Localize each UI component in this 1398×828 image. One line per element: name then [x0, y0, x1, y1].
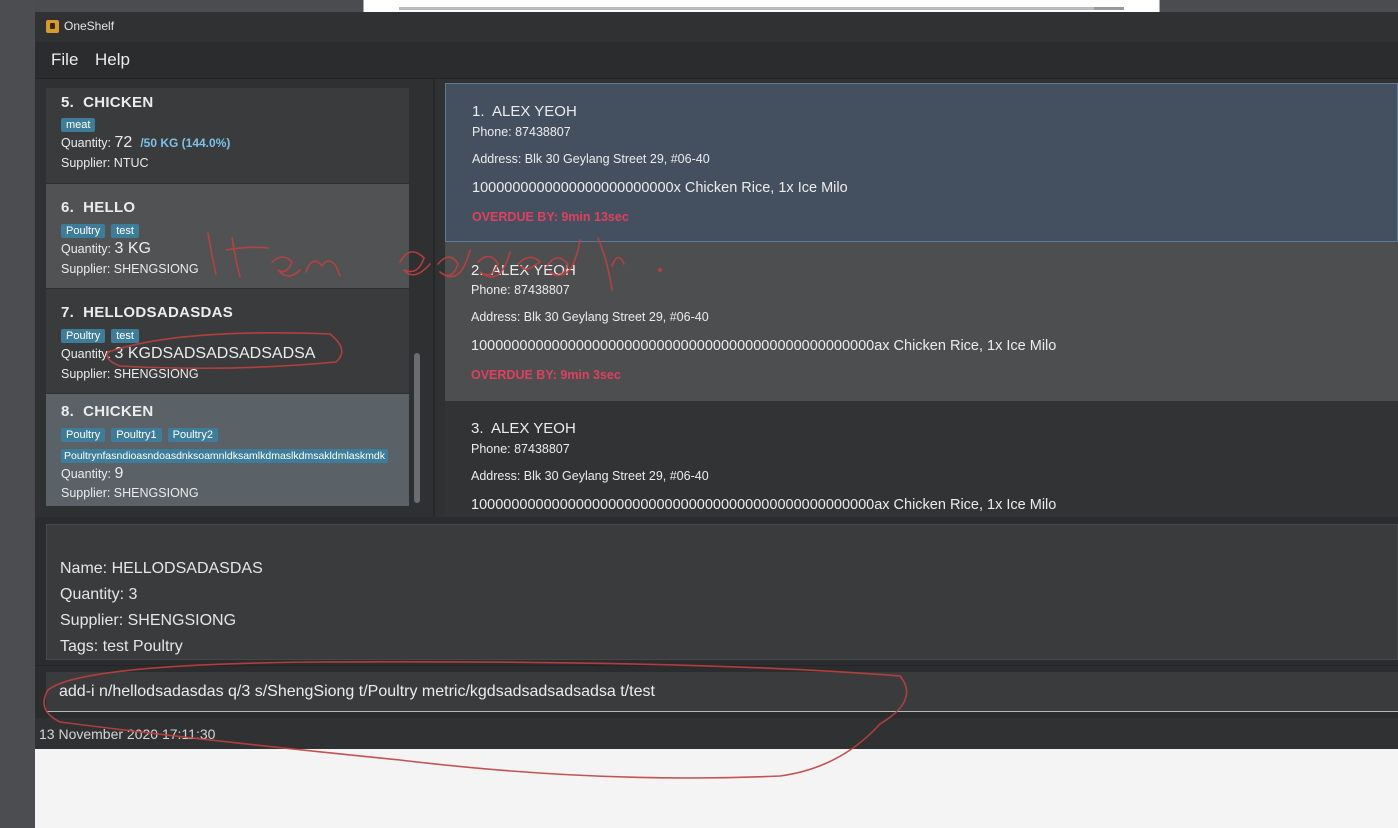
- title-bar: OneShelf: [35, 12, 1398, 42]
- item-title: 7. HELLODSADASDAS: [61, 304, 234, 321]
- item-card[interactable]: 8. CHICKEN Poultry Poultry1 Poultry2 Poult…: [46, 394, 409, 506]
- tag: meat: [61, 118, 96, 132]
- delivery-overdue: OVERDUE BY: 9min 3sec: [471, 368, 621, 382]
- tag: Poultry: [61, 329, 106, 343]
- item-supplier: Supplier: NTUC: [61, 156, 149, 170]
- item-card[interactable]: 6. HELLO Poultry test Quantity: 3 KG Supp…: [46, 184, 409, 288]
- item-quantity: Quantity: 9: [61, 465, 124, 482]
- item-supplier: Supplier: SHENGSIONG: [61, 486, 199, 500]
- item-title: 5. CHICKEN: [61, 94, 154, 111]
- tag: Poultry: [61, 224, 106, 238]
- panel-divider[interactable]: [433, 79, 435, 517]
- item-supplier: Supplier: SHENGSIONG: [61, 262, 199, 276]
- result-supplier: Supplier: SHENGSIONG: [60, 612, 237, 629]
- item-tags: Poultry test: [61, 326, 145, 344]
- delivery-title: 3. ALEX YEOH: [471, 420, 576, 437]
- item-tags: meat: [61, 115, 101, 133]
- item-card[interactable]: 7. HELLODSADASDAS Poultry test Quantity: …: [46, 289, 409, 393]
- delivery-list[interactable]: 1. ALEX YEOH Phone: 87438807 Address: Bl…: [445, 83, 1398, 517]
- command-input[interactable]: [46, 672, 1398, 712]
- status-datetime: 13 November 2020 17:11:30: [39, 726, 216, 742]
- delivery-address: Address: Blk 30 Geylang Street 29, #06-4…: [472, 152, 710, 166]
- delivery-phone: Phone: 87438807: [472, 125, 571, 139]
- item-quantity: Quantity: 72/50 KG (144.0%): [61, 134, 231, 151]
- delivery-address: Address: Blk 30 Geylang Street 29, #06-4…: [471, 310, 709, 324]
- item-tags: Poultrynfasndioasndoasdnksoamnldksamlkdm…: [61, 446, 409, 464]
- item-quantity: Quantity: 3 KG: [61, 240, 151, 257]
- delivery-card[interactable]: 1. ALEX YEOH Phone: 87438807 Address: Bl…: [445, 83, 1398, 242]
- result-quantity: Quantity: 3: [60, 586, 138, 603]
- delivery-title: 1. ALEX YEOH: [472, 103, 577, 120]
- delivery-card[interactable]: 3. ALEX YEOH Phone: 87438807 Address: Bl…: [445, 401, 1398, 517]
- item-supplier: Supplier: SHENGSIONG: [61, 367, 199, 381]
- tag: test: [111, 224, 139, 238]
- item-title: 8. CHICKEN: [61, 403, 154, 420]
- item-list-panel: 5. CHICKEN meat Quantity: 72/50 KG (144.…: [35, 79, 433, 517]
- item-quantity: Quantity: 3 KGDSADSADSADSADSA: [61, 345, 316, 362]
- menu-bar: File Help: [35, 42, 1398, 79]
- window-title: OneShelf: [64, 19, 115, 33]
- menu-file[interactable]: File: [51, 50, 78, 70]
- item-tags: Poultry test: [61, 221, 145, 239]
- tag: test: [111, 329, 139, 343]
- tag: Poultry1: [111, 428, 162, 442]
- desktop-background: [0, 0, 35, 828]
- delivery-address: Address: Blk 30 Geylang Street 29, #06-4…: [471, 469, 709, 483]
- delivery-order: 1000000000000000000000000x Chicken Rice,…: [472, 180, 848, 196]
- item-list-scrollbar[interactable]: [414, 353, 420, 503]
- item-tags: Poultry Poultry1 Poultry2: [61, 425, 224, 443]
- item-list[interactable]: 5. CHICKEN meat Quantity: 72/50 KG (144.…: [46, 88, 409, 506]
- tag: Poultry2: [167, 428, 218, 442]
- delivery-title: 2. ALEX YEOH: [471, 262, 576, 279]
- delivery-phone: Phone: 87438807: [471, 283, 570, 297]
- item-card[interactable]: 5. CHICKEN meat Quantity: 72/50 KG (144.…: [46, 88, 409, 183]
- delivery-order: 1000000000000000000000000000000000000000…: [471, 338, 1057, 354]
- delivery-card[interactable]: 2. ALEX YEOH Phone: 87438807 Address: Bl…: [445, 242, 1398, 401]
- background-window: [363, 0, 1160, 12]
- menu-help[interactable]: Help: [95, 50, 130, 70]
- app-window: OneShelf File Help 5. CHICKEN meat Quant…: [35, 12, 1398, 828]
- result-display[interactable]: Name: HELLODSADASDAS Quantity: 3 Supplie…: [46, 524, 1398, 660]
- result-name: Name: HELLODSADASDAS: [60, 560, 263, 577]
- delivery-overdue: OVERDUE BY: 9min 13sec: [472, 210, 629, 224]
- delivery-phone: Phone: 87438807: [471, 442, 570, 456]
- status-bar: 13 November 2020 17:11:30: [35, 718, 1398, 749]
- tag: Poultrynfasndioasndoasdnksoamnldksamlkdm…: [61, 449, 388, 463]
- item-title: 6. HELLO: [61, 199, 136, 216]
- result-display-area: Name: HELLODSADASDAS Quantity: 3 Supplie…: [35, 517, 1398, 665]
- result-tags: Tags: test Poultry: [60, 638, 183, 655]
- delivery-order: 1000000000000000000000000000000000000000…: [471, 497, 1057, 513]
- main-area: 5. CHICKEN meat Quantity: 72/50 KG (144.…: [35, 79, 1398, 517]
- app-icon: [46, 20, 59, 33]
- command-box-area: [35, 665, 1398, 718]
- tag: Poultry: [61, 428, 106, 442]
